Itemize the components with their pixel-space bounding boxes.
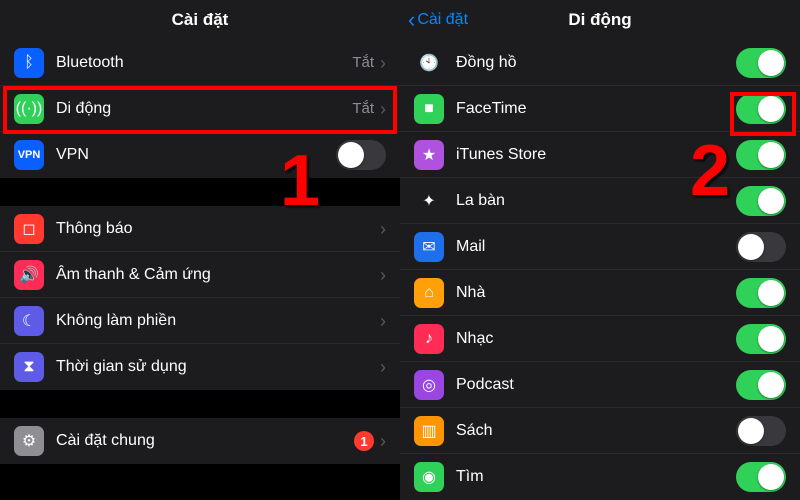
row-label: Cài đặt chung: [56, 432, 354, 450]
row-sounds[interactable]: 🔊 Âm thanh & Cảm ứng ›: [0, 252, 400, 298]
podcast-icon: ◎: [414, 370, 444, 400]
bluetooth-icon: ᛒ: [14, 48, 44, 78]
row-cellular[interactable]: ((·)) Di động Tắt ›: [0, 86, 400, 132]
app-toggle[interactable]: [736, 48, 786, 78]
sound-icon: 🔊: [14, 260, 44, 290]
row-label: Tìm: [456, 468, 736, 486]
vpn-toggle[interactable]: [336, 140, 386, 170]
chevron-left-icon: ‹: [408, 9, 415, 31]
row-label: FaceTime: [456, 100, 736, 118]
clock-icon: 🕙: [414, 48, 444, 78]
navbar-left: Cài đặt: [0, 0, 400, 40]
dnd-icon: ☾: [14, 306, 44, 336]
chevron-right-icon: ›: [380, 220, 386, 238]
row-label: iTunes Store: [456, 146, 736, 164]
row-label: VPN: [56, 146, 336, 164]
row-vpn[interactable]: VPN VPN: [0, 132, 400, 178]
general-icon: ⚙: [14, 426, 44, 456]
app-toggle[interactable]: [736, 232, 786, 262]
back-label: Cài đặt: [417, 11, 468, 29]
row-value: Tắt: [352, 54, 374, 71]
app-toggle[interactable]: [736, 140, 786, 170]
row-label: La bàn: [456, 192, 736, 210]
row-books[interactable]: ▥ Sách: [400, 408, 800, 454]
row-label: Bluetooth: [56, 54, 352, 72]
cellular-pane: ‹ Cài đặt Di động 🕙 Đồng hồ ■ FaceTime ★ iTun…: [400, 0, 800, 500]
row-music[interactable]: ♪ Nhạc: [400, 316, 800, 362]
row-label: Không làm phiền: [56, 312, 380, 330]
row-compass[interactable]: ✦ La bàn: [400, 178, 800, 224]
row-bluetooth[interactable]: ᛒ Bluetooth Tắt ›: [0, 40, 400, 86]
chevron-right-icon: ›: [380, 54, 386, 72]
app-toggle[interactable]: [736, 462, 786, 492]
navbar-right: ‹ Cài đặt Di động: [400, 0, 800, 40]
row-label: Đồng hồ: [456, 54, 736, 72]
row-notifications[interactable]: ◻ Thông báo ›: [0, 206, 400, 252]
row-mail[interactable]: ✉ Mail: [400, 224, 800, 270]
row-label: Thời gian sử dụng: [56, 358, 380, 376]
music-icon: ♪: [414, 324, 444, 354]
chevron-right-icon: ›: [380, 266, 386, 284]
row-label: Di động: [56, 100, 352, 118]
row-label: Âm thanh & Cảm ứng: [56, 266, 380, 284]
back-button[interactable]: ‹ Cài đặt: [408, 0, 468, 40]
facetime-icon: ■: [414, 94, 444, 124]
settings-pane: Cài đặt ᛒ Bluetooth Tắt › ((·)) Di động …: [0, 0, 400, 500]
app-toggle[interactable]: [736, 416, 786, 446]
row-clock[interactable]: 🕙 Đồng hồ: [400, 40, 800, 86]
row-itunes[interactable]: ★ iTunes Store: [400, 132, 800, 178]
notifications-icon: ◻: [14, 214, 44, 244]
group-notifications: ◻ Thông báo › 🔊 Âm thanh & Cảm ứng › ☾ K…: [0, 206, 400, 390]
vpn-icon: VPN: [14, 140, 44, 170]
row-label: Podcast: [456, 376, 736, 394]
row-facetime[interactable]: ■ FaceTime: [400, 86, 800, 132]
compass-icon: ✦: [414, 186, 444, 216]
chevron-right-icon: ›: [380, 100, 386, 118]
app-toggle[interactable]: [736, 370, 786, 400]
chevron-right-icon: ›: [380, 358, 386, 376]
group-general: ⚙ Cài đặt chung 1 ›: [0, 418, 400, 464]
row-findmy[interactable]: ◉ Tìm: [400, 454, 800, 500]
chevron-right-icon: ›: [380, 312, 386, 330]
row-home[interactable]: ⌂ Nhà: [400, 270, 800, 316]
page-title: Cài đặt: [172, 10, 229, 30]
row-general[interactable]: ⚙ Cài đặt chung 1 ›: [0, 418, 400, 464]
books-icon: ▥: [414, 416, 444, 446]
row-podcast[interactable]: ◎ Podcast: [400, 362, 800, 408]
mail-icon: ✉: [414, 232, 444, 262]
row-screentime[interactable]: ⧗ Thời gian sử dụng ›: [0, 344, 400, 390]
notification-badge: 1: [354, 431, 374, 451]
itunes-icon: ★: [414, 140, 444, 170]
chevron-right-icon: ›: [380, 432, 386, 450]
group-connectivity: ᛒ Bluetooth Tắt › ((·)) Di động Tắt › VP…: [0, 40, 400, 178]
row-label: Mail: [456, 238, 736, 256]
home-icon: ⌂: [414, 278, 444, 308]
row-dnd[interactable]: ☾ Không làm phiền ›: [0, 298, 400, 344]
app-toggle[interactable]: [736, 186, 786, 216]
row-label: Thông báo: [56, 220, 380, 238]
row-label: Sách: [456, 422, 736, 440]
app-toggle[interactable]: [736, 324, 786, 354]
row-value: Tắt: [352, 100, 374, 117]
app-toggle[interactable]: [736, 278, 786, 308]
row-label: Nhạc: [456, 330, 736, 348]
findmy-icon: ◉: [414, 462, 444, 492]
app-list: 🕙 Đồng hồ ■ FaceTime ★ iTunes Store ✦ La bàn ✉ Ma…: [400, 40, 800, 500]
app-toggle[interactable]: [736, 94, 786, 124]
page-title: Di động: [568, 10, 631, 30]
cellular-icon: ((·)): [14, 94, 44, 124]
screentime-icon: ⧗: [14, 352, 44, 382]
row-label: Nhà: [456, 284, 736, 302]
